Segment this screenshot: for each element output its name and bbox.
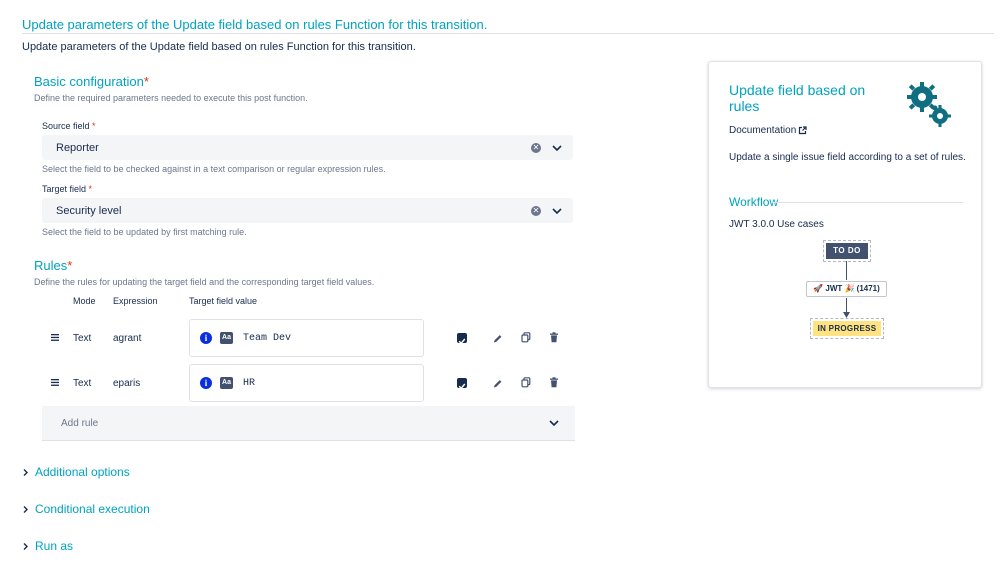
source-field-label-text: Source field (42, 121, 90, 131)
additional-options-label: Additional options (35, 465, 130, 479)
checkbox-checked-icon[interactable] (457, 333, 467, 345)
gears-icon (907, 82, 951, 127)
drag-handle-icon[interactable] (51, 379, 59, 386)
target-value-field[interactable]: i Aa Team Dev (189, 319, 424, 357)
workflow-title: Workflow (729, 195, 779, 209)
rule-expression: agrant (113, 333, 142, 344)
table-row: Text agrant i Aa Team Dev (42, 319, 575, 359)
function-info-panel: Update field based on rules Documentatio… (708, 61, 982, 388)
workflow-divider (772, 202, 963, 203)
rule-mode: Text (73, 333, 92, 344)
target-value: Team Dev (243, 332, 292, 344)
additional-options-toggle[interactable]: Additional options (22, 465, 130, 479)
transition-badge: 🚀 JWT 🎉 (1471) (806, 281, 887, 297)
target-field-label-text: Target field (42, 184, 87, 194)
external-link-icon (799, 126, 807, 135)
panel-title: Update field based on rules (729, 82, 866, 114)
clear-icon[interactable]: ✕ (531, 205, 541, 216)
table-row: Text eparis i Aa HR (42, 364, 575, 404)
chevron-right-icon (23, 468, 28, 476)
add-rule-button[interactable]: Add rule (42, 406, 575, 441)
text-type-icon: Aa (220, 332, 233, 344)
rules-description: Define the rules for updating the target… (34, 277, 375, 287)
basic-config-title: Basic configuration* (34, 74, 149, 89)
edit-icon[interactable] (493, 333, 503, 344)
target-value: HR (243, 377, 256, 389)
chevron-down-icon[interactable] (551, 205, 563, 217)
required-mark: * (67, 258, 73, 273)
rules-title-text: Rules (34, 258, 68, 273)
copy-icon[interactable] (521, 377, 531, 388)
target-field-label: Target field * (42, 184, 92, 194)
column-header-mode: Mode (73, 296, 96, 306)
chevron-right-icon (23, 542, 28, 550)
run-as-toggle[interactable]: Run as (22, 539, 73, 553)
source-field-value: Reporter (56, 141, 99, 154)
text-type-icon: Aa (220, 377, 233, 389)
target-field-help: Select the field to be updated by first … (42, 227, 247, 237)
source-field-select[interactable]: Reporter ✕ (42, 135, 573, 160)
required-mark: * (88, 184, 93, 194)
trash-icon[interactable] (549, 332, 559, 343)
workflow-name: JWT 3.0.0 Use cases (729, 219, 824, 230)
basic-config-description: Define the required parameters needed to… (34, 93, 308, 103)
panel-description: Update a single issue field according to… (729, 152, 966, 163)
required-mark: * (143, 74, 149, 89)
basic-config-title-text: Basic configuration (34, 74, 144, 89)
status-from-badge: TO DO (823, 240, 871, 262)
add-rule-label: Add rule (61, 417, 99, 429)
info-icon[interactable]: i (200, 377, 212, 389)
documentation-label: Documentation (729, 125, 797, 136)
source-field-label: Source field * (42, 121, 96, 131)
clear-icon[interactable]: ✕ (531, 142, 541, 153)
page-description: Update parameters of the Update field ba… (22, 41, 416, 53)
workflow-connector (846, 261, 847, 280)
documentation-link[interactable]: Documentation (729, 125, 807, 136)
run-as-label: Run as (35, 539, 74, 553)
rules-title: Rules* (34, 258, 72, 273)
copy-icon[interactable] (521, 332, 531, 343)
chevron-right-icon (23, 505, 28, 513)
conditional-execution-label: Conditional execution (35, 502, 150, 516)
chevron-down-icon[interactable] (551, 142, 563, 154)
info-icon[interactable]: i (200, 332, 212, 344)
checkbox-checked-icon[interactable] (457, 378, 467, 390)
conditional-execution-toggle[interactable]: Conditional execution (22, 502, 150, 516)
page-header-title: Update parameters of the Update field ba… (22, 17, 488, 32)
column-header-target-value: Target field value (189, 296, 258, 306)
status-to-badge: IN PROGRESS (810, 318, 884, 339)
arrow-down-icon (843, 312, 850, 318)
target-field-value: Security level (56, 204, 122, 217)
drag-handle-icon[interactable] (51, 334, 59, 341)
target-field-select[interactable]: Security level ✕ (42, 198, 573, 223)
column-header-expression: Expression (113, 296, 158, 306)
header-divider (22, 33, 994, 34)
chevron-down-icon[interactable] (548, 417, 560, 429)
target-value-field[interactable]: i Aa HR (189, 364, 424, 402)
rule-mode: Text (73, 378, 92, 389)
trash-icon[interactable] (549, 377, 559, 388)
rule-expression: eparis (113, 378, 141, 389)
edit-icon[interactable] (493, 378, 503, 389)
source-field-help: Select the field to be checked against i… (42, 164, 386, 174)
required-mark: * (92, 121, 96, 131)
